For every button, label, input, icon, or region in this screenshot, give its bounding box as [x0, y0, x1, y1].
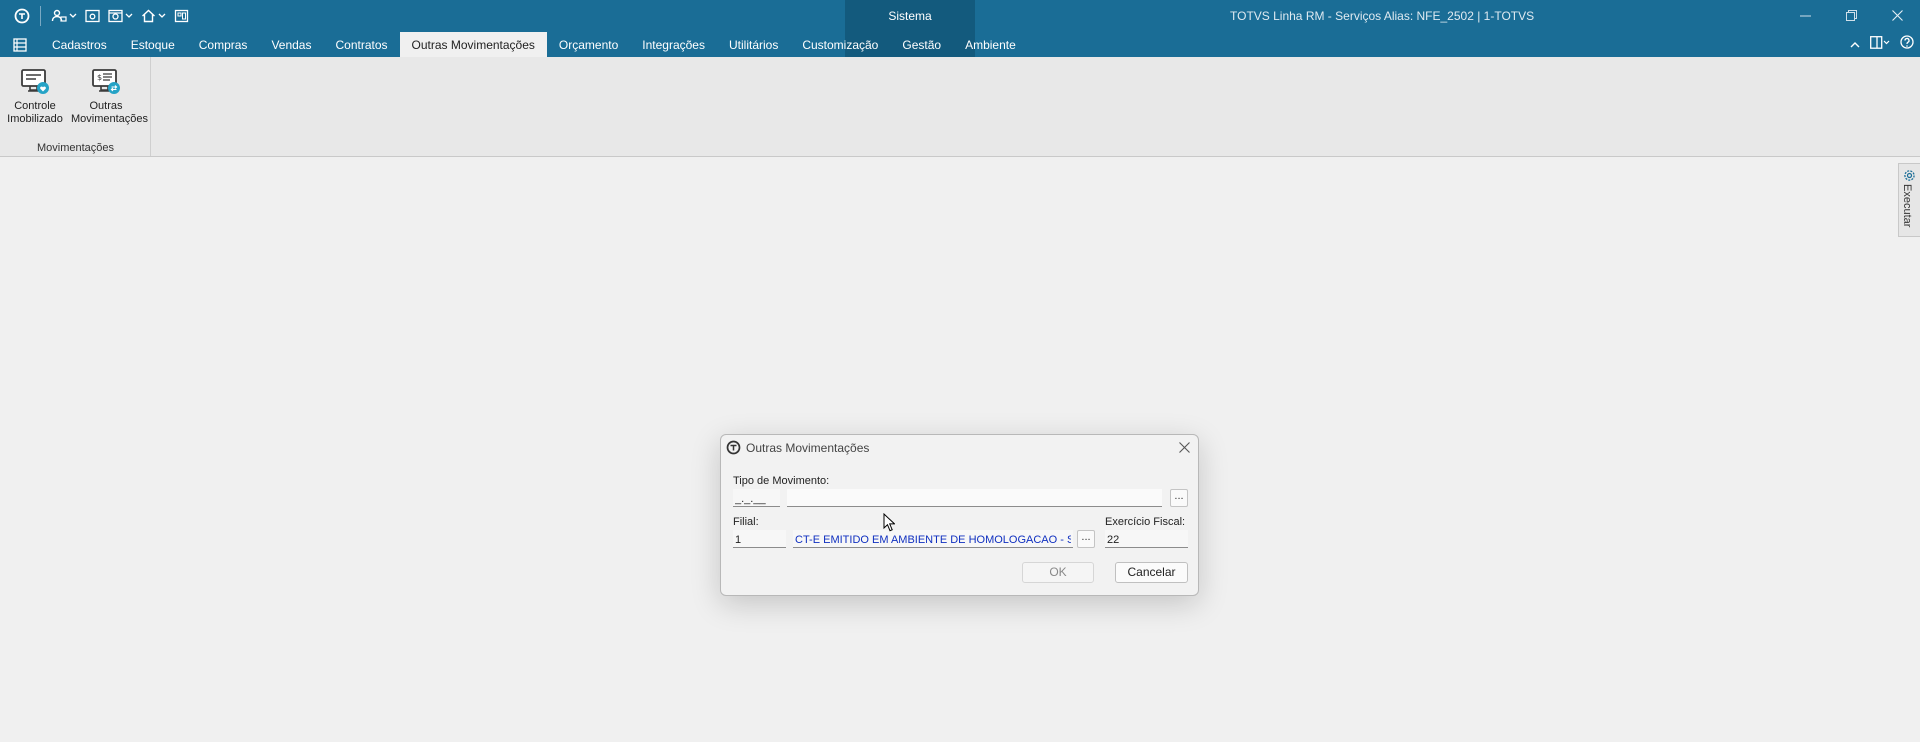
controle-imobilizado-label-1: Controle — [14, 100, 56, 112]
exercicio-fiscal-input[interactable] — [1105, 530, 1188, 548]
outras-movimentacoes-dialog: Outras Movimentações Tipo de Movimento: … — [720, 434, 1199, 596]
ribbon-panel: Controle Imobilizado $ Outras Movimentaç… — [0, 57, 1920, 157]
tab-integracoes[interactable]: Integrações — [630, 32, 717, 57]
filial-desc-input[interactable] — [793, 530, 1073, 548]
layout-icon[interactable] — [1870, 35, 1890, 52]
monitor-list-icon: $ — [92, 69, 120, 94]
outras-movimentacoes-button[interactable]: $ Outras Movimentações — [71, 67, 149, 126]
executar-label: Executar — [1901, 184, 1913, 228]
tab-estoque[interactable]: Estoque — [119, 32, 187, 57]
mouse-pointer-icon — [883, 513, 895, 532]
tipo-movimento-label: Tipo de Movimento: — [733, 475, 830, 487]
tab-utilitarios[interactable]: Utilitários — [717, 32, 790, 57]
tab-vendas[interactable]: Vendas — [259, 32, 323, 57]
tipo-movimento-lookup-button[interactable]: ... — [1170, 489, 1188, 507]
dialog-close-icon[interactable] — [1179, 438, 1190, 458]
tab-customizacao[interactable]: Customização — [790, 32, 890, 57]
tab-cadastros[interactable]: Cadastros — [40, 32, 119, 57]
toolbar-separator — [40, 5, 41, 26]
ok-button[interactable]: OK — [1022, 562, 1094, 583]
users-icon[interactable] — [47, 5, 81, 27]
totvs-logo-icon — [726, 440, 741, 458]
minimize-icon[interactable] — [1782, 0, 1828, 31]
help-icon[interactable] — [1900, 35, 1914, 52]
filial-label: Filial: — [733, 516, 759, 528]
app-menu-icon[interactable] — [0, 32, 40, 57]
close-icon[interactable] — [1874, 0, 1920, 31]
svg-text:$: $ — [97, 73, 102, 82]
settings-window-icon[interactable] — [104, 5, 137, 27]
tipo-movimento-code-input[interactable] — [733, 489, 780, 507]
tipo-movimento-desc-input[interactable] — [787, 489, 1162, 507]
tab-compras[interactable]: Compras — [187, 32, 260, 57]
title-bar: Sistema TOTVS Linha RM - Serviços Alias:… — [0, 0, 1920, 57]
cancel-button[interactable]: Cancelar — [1115, 562, 1188, 583]
dialog-title: Outras Movimentações — [746, 441, 870, 455]
exercicio-fiscal-label: Exercício Fiscal: — [1105, 516, 1186, 528]
tab-contratos[interactable]: Contratos — [323, 32, 399, 57]
ribbon-right-tools — [1850, 35, 1914, 52]
controle-imobilizado-label-2: Imobilizado — [7, 113, 63, 125]
tab-gestao[interactable]: Gestão — [890, 32, 953, 57]
ribbon-tabs: Cadastros Estoque Compras Vendas Contrat… — [0, 32, 1028, 57]
filial-code-input[interactable] — [733, 530, 786, 548]
window-controls — [1782, 0, 1920, 31]
dashboard-icon[interactable] — [170, 5, 193, 27]
collapse-ribbon-icon[interactable] — [1850, 37, 1860, 51]
outras-movimentacoes-label-2: Movimentações — [71, 113, 149, 125]
tab-ambiente[interactable]: Ambiente — [953, 32, 1028, 57]
ribbon-group-label: Movimentações — [36, 142, 115, 154]
controle-imobilizado-button[interactable]: Controle Imobilizado — [0, 67, 70, 126]
tab-orcamento[interactable]: Orçamento — [547, 32, 630, 57]
ribbon-group-movimentacoes: Controle Imobilizado $ Outras Movimentaç… — [0, 57, 151, 156]
sistema-context-label: Sistema — [888, 9, 932, 23]
window-title: TOTVS Linha RM - Serviços Alias: NFE_250… — [1230, 9, 1535, 23]
home-icon[interactable] — [137, 5, 170, 27]
executar-side-tab[interactable]: Executar — [1898, 163, 1920, 237]
quick-access-toolbar — [0, 0, 193, 31]
monitor-heart-icon — [21, 69, 49, 94]
outras-movimentacoes-label-1: Outras — [89, 100, 123, 112]
totvs-logo-icon[interactable] — [10, 5, 34, 27]
tab-outras-movimentacoes[interactable]: Outras Movimentações — [399, 32, 547, 57]
view-icon[interactable] — [81, 5, 104, 27]
restore-icon[interactable] — [1828, 0, 1874, 31]
gear-icon — [1904, 170, 1915, 181]
filial-lookup-button[interactable]: ... — [1077, 530, 1095, 548]
